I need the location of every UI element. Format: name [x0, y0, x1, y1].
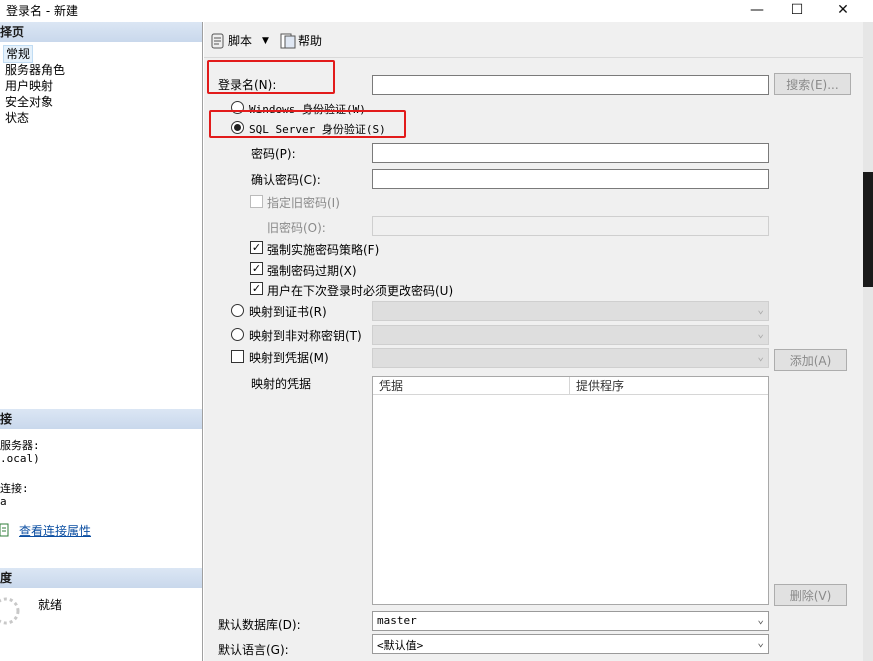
map-cert-radio[interactable] — [231, 304, 244, 317]
nav-item-general[interactable]: 常规 — [3, 45, 34, 63]
confirm-password-label: 确认密码(C): — [251, 173, 321, 187]
specify-old-password-label: 指定旧密码(I) — [267, 196, 340, 210]
window-title: 登录名 - 新建 — [6, 4, 78, 18]
nav-item-server-roles[interactable]: 服务器角色 — [5, 62, 65, 78]
sql-auth-highlight — [209, 110, 406, 138]
select-page-header: 择页 — [0, 22, 202, 42]
enforce-policy-checkbox[interactable]: ✓ — [250, 241, 263, 254]
password-label: 密码(P): — [251, 147, 296, 161]
dropdown-arrow-icon[interactable]: ▼ — [262, 36, 269, 46]
right-edge-strip — [863, 22, 873, 661]
main-pane: 脚本 ▼ 帮助 登录名(N): 搜索(E)... Windows 身份验证(W)… — [204, 22, 863, 661]
login-name-highlight — [207, 60, 335, 94]
map-asym-key-radio[interactable] — [231, 328, 244, 341]
specify-old-password-checkbox[interactable] — [250, 195, 263, 208]
view-connection-properties-link[interactable]: 查看连接属性 — [19, 522, 91, 539]
add-button[interactable]: 添加(A) — [774, 349, 847, 371]
confirm-password-input[interactable] — [372, 169, 769, 189]
chevron-down-icon: ⌄ — [757, 350, 764, 363]
default-db-value: master — [377, 614, 417, 627]
mapped-credentials-label: 映射的凭据 — [251, 377, 312, 391]
grid-header-provider[interactable]: 提供程序 — [570, 377, 768, 395]
close-button[interactable]: ✕ — [820, 0, 866, 20]
progress-header: 度 — [0, 568, 202, 588]
old-password-input[interactable] — [372, 216, 769, 236]
default-lang-combo[interactable]: <默认值> ⌄ — [372, 634, 769, 654]
connection-value: a — [0, 495, 7, 508]
cert-combo[interactable]: ⌄ — [372, 301, 769, 321]
default-lang-label: 默认语言(G): — [218, 643, 289, 657]
left-pane: 择页 常规 服务器角色 用户映射 安全对象 状态 接 服务器: .ocal) 连… — [0, 22, 203, 661]
background-window-edge — [863, 172, 873, 287]
map-cert-label: 映射到证书(R) — [249, 305, 327, 319]
toolbar: 脚本 ▼ 帮助 — [204, 22, 863, 58]
mapped-credentials-grid[interactable]: 凭据 提供程序 — [372, 376, 769, 605]
enforce-policy-label: 强制实施密码策略(F) — [267, 243, 380, 257]
nav-item-user-mapping[interactable]: 用户映射 — [5, 78, 53, 94]
progress-spinner-icon — [0, 596, 22, 626]
search-button[interactable]: 搜索(E)... — [774, 73, 851, 95]
old-password-label: 旧密码(O): — [267, 221, 326, 235]
progress-status: 就绪 — [38, 598, 63, 612]
nav-item-securables[interactable]: 安全对象 — [5, 94, 53, 110]
asym-key-combo[interactable]: ⌄ — [372, 325, 769, 345]
map-asym-key-label: 映射到非对称密钥(T) — [249, 329, 362, 343]
chevron-down-icon: ⌄ — [757, 636, 764, 649]
default-db-label: 默认数据库(D): — [218, 618, 301, 632]
map-credential-label: 映射到凭据(M) — [249, 351, 329, 365]
server-label: 服务器: — [0, 439, 40, 452]
enforce-expiration-checkbox[interactable]: ✓ — [250, 262, 263, 275]
remove-button[interactable]: 删除(V) — [774, 584, 847, 606]
properties-icon — [0, 522, 10, 538]
grid-header-credential[interactable]: 凭据 — [373, 377, 570, 395]
connection-header: 接 — [0, 409, 202, 429]
password-input[interactable] — [372, 143, 769, 163]
must-change-checkbox[interactable]: ✓ — [250, 282, 263, 295]
connection-label: 连接: — [0, 482, 29, 495]
enforce-expiration-label: 强制密码过期(X) — [267, 264, 357, 278]
default-lang-value: <默认值> — [377, 639, 424, 652]
default-db-combo[interactable]: master ⌄ — [372, 611, 769, 631]
script-icon — [210, 33, 226, 49]
title-bar: 登录名 - 新建 — ☐ ✕ — [0, 0, 873, 22]
script-label: 脚本 — [228, 34, 253, 48]
help-button[interactable]: 帮助 — [280, 32, 322, 49]
script-button[interactable]: 脚本 ▼ — [210, 32, 269, 49]
help-icon — [280, 33, 296, 49]
chevron-down-icon: ⌄ — [757, 327, 764, 340]
help-label: 帮助 — [298, 34, 323, 48]
login-name-input[interactable] — [372, 75, 769, 95]
credential-combo[interactable]: ⌄ — [372, 348, 769, 368]
server-value: .ocal) — [0, 452, 40, 465]
must-change-label: 用户在下次登录时必须更改密码(U) — [267, 284, 454, 298]
chevron-down-icon: ⌄ — [757, 303, 764, 316]
maximize-button[interactable]: ☐ — [774, 0, 820, 20]
nav-item-status[interactable]: 状态 — [5, 110, 29, 126]
map-credential-checkbox[interactable] — [231, 350, 244, 363]
chevron-down-icon: ⌄ — [757, 613, 764, 626]
